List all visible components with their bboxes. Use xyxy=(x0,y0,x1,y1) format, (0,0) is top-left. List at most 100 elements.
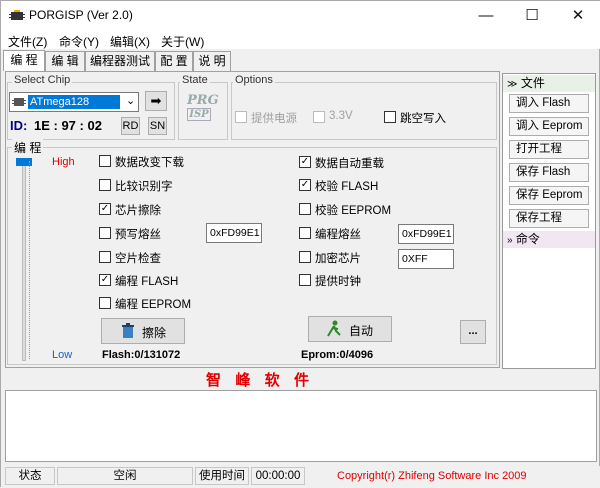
erase-label: 擦除 xyxy=(142,326,167,340)
save-project-button[interactable]: 保存工程 xyxy=(509,209,589,228)
check-icon: ✓ xyxy=(299,179,311,191)
chip-select-value: ATmega128 xyxy=(28,95,120,109)
prg-isp-logo: PRG ISP xyxy=(187,93,219,129)
checkbox-box xyxy=(99,179,111,191)
tab-help[interactable]: 说 明 xyxy=(193,51,231,71)
state-label: State xyxy=(180,74,210,86)
load-eeprom-button[interactable]: 调入 Eeprom xyxy=(509,117,589,136)
menu-edit[interactable]: 编辑(X) xyxy=(110,33,150,50)
blank-check-label: 空片检查 xyxy=(115,253,161,265)
main-window: PORGISP (Ver 2.0) — ☐ ✕ 文件(Z) 命令(Y) 编辑(X… xyxy=(0,0,600,488)
verify-eeprom-label: 校验 EEPROM xyxy=(315,205,392,217)
menu-command[interactable]: 命令(Y) xyxy=(59,33,99,50)
logo-bottom: ISP xyxy=(187,108,211,121)
open-project-button[interactable]: 打开工程 xyxy=(509,140,589,159)
trash-icon xyxy=(122,323,134,338)
low-label: Low xyxy=(52,349,73,361)
program-fuse-label: 编程熔丝 xyxy=(315,229,361,241)
save-flash-button[interactable]: 保存 Flash xyxy=(509,163,589,182)
status-bar: 状态 空闲 使用时间 00:00:00 Copyright(r) Zhifeng… xyxy=(1,466,600,488)
tab-program[interactable]: 编 程 xyxy=(3,50,45,71)
pre-write-fuse-label: 预写熔丝 xyxy=(115,229,161,241)
id-label: ID: xyxy=(10,118,28,133)
eprom-info: Eprom:0/4096 xyxy=(301,349,374,361)
check-icon: ✓ xyxy=(299,156,311,168)
chip-icon xyxy=(12,98,26,106)
menu-bar: 文件(Z) 命令(Y) 编辑(X) 关于(W) xyxy=(1,31,600,49)
window-title: PORGISP (Ver 2.0) xyxy=(29,8,133,22)
auto-reload-label: 数据自动重载 xyxy=(315,158,384,170)
logo-top: PRG xyxy=(187,93,219,108)
file-section-header[interactable]: ≫ 文件 xyxy=(503,75,595,92)
tab-config[interactable]: 配 置 xyxy=(155,51,193,71)
maximize-button[interactable]: ☐ xyxy=(509,1,555,31)
command-section-label: 命令 xyxy=(515,232,540,246)
checkbox-box xyxy=(99,227,111,239)
running-man-icon xyxy=(327,320,341,337)
program-eeprom-label: 编程 EEPROM xyxy=(115,299,192,311)
time-value: 00:00:00 xyxy=(251,467,305,485)
sidebar: ≫ 文件 调入 Flash 调入 Eeprom 打开工程 保存 Flash 保存… xyxy=(502,73,596,369)
level-slider-track xyxy=(22,158,26,361)
auto-button[interactable]: 自动 xyxy=(308,316,392,342)
checkbox-box xyxy=(99,297,111,309)
erase-button[interactable]: 擦除 xyxy=(101,318,185,344)
checkbox-box xyxy=(299,227,311,239)
checkbox-box xyxy=(299,203,311,215)
load-flash-button[interactable]: 调入 Flash xyxy=(509,94,589,113)
tab-edit[interactable]: 编 辑 xyxy=(45,51,85,71)
checkbox-box xyxy=(299,274,311,286)
auto-label: 自动 xyxy=(349,324,374,338)
power-label: 提供电源 xyxy=(251,113,297,125)
program-group-label: 编 程 xyxy=(12,139,44,156)
close-button[interactable]: ✕ xyxy=(555,1,600,31)
lock-chip-label: 加密芯片 xyxy=(315,253,361,265)
brand-text: 智 峰 软 件 xyxy=(206,372,312,389)
status-value: 空闲 xyxy=(57,467,193,485)
options-label: Options xyxy=(233,74,275,86)
menu-about[interactable]: 关于(W) xyxy=(161,33,204,50)
time-label: 使用时间 xyxy=(195,467,249,485)
verify-flash-label: 校验 FLASH xyxy=(315,181,379,193)
chip-erase-label: 芯片擦除 xyxy=(115,205,161,217)
go-arrow-button[interactable]: ➡ xyxy=(145,91,167,111)
double-chevron-right-icon: » xyxy=(507,235,513,246)
double-chevron-down-icon: ≫ xyxy=(507,79,518,90)
chip-select[interactable]: ATmega128 ⌄ xyxy=(9,92,139,112)
command-section-header[interactable]: » 命令 xyxy=(503,231,595,248)
tab-programmer-test[interactable]: 编程器测试 xyxy=(85,51,155,71)
chip-id-value: 1E : 97 : 02 xyxy=(34,118,102,133)
select-chip-label: Select Chip xyxy=(12,74,73,86)
check-icon: ✓ xyxy=(99,274,111,286)
flash-info: Flash:0/131072 xyxy=(102,349,181,361)
pre-fuse-value-field[interactable]: 0xFD99E1 xyxy=(206,223,262,243)
read-id-button[interactable]: RD xyxy=(121,117,140,135)
check-icon: ✓ xyxy=(99,203,111,215)
high-label: High xyxy=(52,156,75,168)
serial-button[interactable]: SN xyxy=(148,117,167,135)
jump-write-label: 跳空写入 xyxy=(400,113,446,125)
checkbox-box xyxy=(299,251,311,263)
download-on-change-label: 数据改变下载 xyxy=(115,157,184,169)
slider-ticks xyxy=(29,161,35,359)
save-eeprom-button[interactable]: 保存 Eeprom xyxy=(509,186,589,205)
menu-file[interactable]: 文件(Z) xyxy=(8,33,47,50)
title-bar: PORGISP (Ver 2.0) — ☐ ✕ xyxy=(1,1,600,31)
more-button[interactable]: ... xyxy=(460,320,486,344)
program-flash-label: 编程 FLASH xyxy=(115,276,179,288)
minimize-button[interactable]: — xyxy=(463,1,509,31)
copyright-text: Copyright(r) Zhifeng Software Inc 2009 xyxy=(337,470,527,482)
log-area[interactable] xyxy=(5,390,597,462)
checkbox-box xyxy=(313,111,325,123)
compare-signature-label: 比较识别字 xyxy=(115,181,173,193)
checkbox-box xyxy=(99,251,111,263)
checkbox-box xyxy=(235,111,247,123)
checkbox-box xyxy=(99,155,111,167)
provide-clock-label: 提供时钟 xyxy=(315,276,361,288)
chevron-down-icon[interactable]: ⌄ xyxy=(126,94,135,107)
checkbox-box xyxy=(384,111,396,123)
app-chip-icon xyxy=(9,10,25,20)
status-label: 状态 xyxy=(5,467,55,485)
fuse-value-field[interactable]: 0xFD99E1 xyxy=(398,224,454,244)
lock-value-field[interactable]: 0XFF xyxy=(398,249,454,269)
